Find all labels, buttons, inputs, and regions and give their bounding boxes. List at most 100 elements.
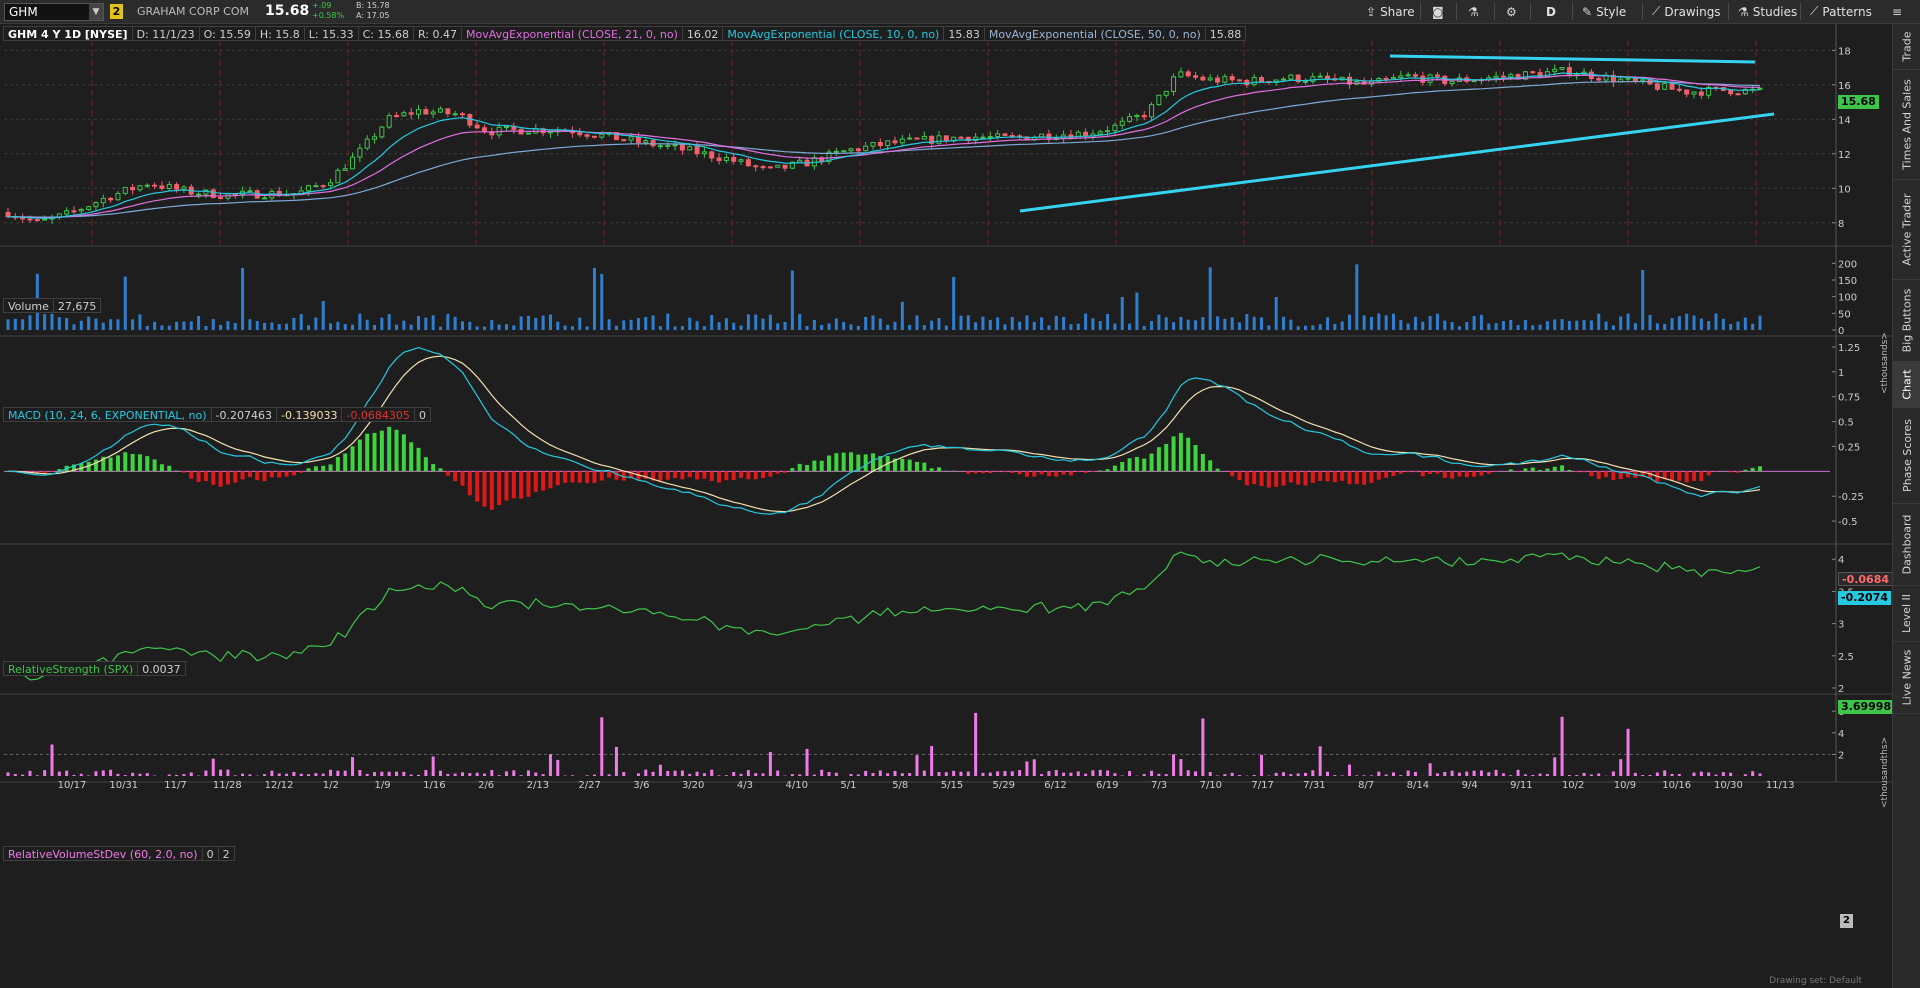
candle-body [386, 115, 392, 128]
volume-bar [1743, 317, 1747, 330]
volume-bar [387, 314, 391, 330]
macd-histogram-bar [1604, 471, 1609, 478]
macd-histogram-bar [1318, 471, 1323, 481]
tab-active-trader[interactable]: Active Trader [1893, 180, 1920, 280]
candle-body [423, 109, 429, 115]
tab-level-ii[interactable]: Level II [1893, 586, 1920, 642]
toolbar-divider [1456, 3, 1457, 20]
rvsd-bar [1465, 771, 1469, 776]
macd-histogram-bar [1105, 469, 1110, 472]
volume-bar [1340, 321, 1344, 330]
rvsd-bar [343, 770, 347, 776]
candle-body [438, 108, 444, 113]
candle-body [1383, 77, 1389, 80]
macd-histogram-bar [980, 471, 985, 474]
volume-bar [1355, 264, 1359, 330]
volume-bar [519, 316, 523, 330]
macd-histogram-bar [1435, 471, 1440, 474]
rvsd-bar [805, 748, 809, 776]
rvsd-bar [710, 769, 714, 776]
candle-body [1632, 77, 1638, 82]
volume-bar [1113, 323, 1117, 330]
timeframe-button[interactable]: D [1540, 0, 1562, 23]
volume-bar [959, 315, 963, 330]
close-readout: C: 15.68 [359, 27, 414, 41]
volume-bar [1677, 316, 1681, 330]
studies-button[interactable]: ⚗ Studies [1732, 0, 1803, 23]
volume-bar [1655, 323, 1659, 330]
rvsd-bar [1538, 773, 1542, 776]
symbol-dropdown-icon[interactable]: ▼ [89, 4, 103, 20]
rvsd-bar [1751, 771, 1755, 776]
macd-histogram-bar [137, 454, 142, 472]
candle-body [1156, 94, 1162, 106]
rvsd-bar [1553, 757, 1557, 776]
low-readout: L: 15.33 [305, 27, 359, 41]
tab-chart[interactable]: Chart [1893, 362, 1920, 408]
rvsd-bar [1443, 771, 1447, 776]
chart-canvas[interactable]: 181614121082001501005001.2510.750.50.25-… [0, 24, 1892, 988]
flask-button[interactable]: ⚗ [1462, 0, 1485, 23]
rvsd-bar [644, 769, 648, 776]
rvsd-bar [365, 773, 369, 776]
volume-bar [1729, 324, 1733, 330]
volume-bar [1208, 267, 1212, 330]
menu-button[interactable]: ≡ [1886, 0, 1908, 23]
style-button[interactable]: ✎ Style [1576, 0, 1632, 23]
rvsd-bar [739, 773, 743, 776]
share-button[interactable]: ⇪ Share [1360, 0, 1421, 23]
volume-bar [57, 317, 61, 330]
drawing-set-status[interactable]: Drawing set: Default [1769, 976, 1862, 986]
volume-bar [299, 314, 303, 330]
volume-bar [1567, 320, 1571, 330]
patterns-button[interactable]: ⟋ Patterns [1804, 0, 1878, 23]
rvsd-bar [1516, 769, 1520, 776]
macd-histogram-bar [504, 471, 509, 501]
chart-area[interactable]: 18 16 14 12 10 8 200 150 100 50 0 1.25 1 0.75 0.5 0.25-… [0, 24, 1895, 988]
volume-bar [937, 318, 941, 330]
date-axis-label: 9/11 [1510, 780, 1532, 791]
macd-histogram-bar [871, 453, 876, 472]
symbol-input[interactable]: GHM ▼ [4, 3, 104, 21]
rvsd-bar [241, 773, 245, 776]
settings-button[interactable]: ⚙ [1500, 0, 1523, 23]
ema50-label: MovAvgExponential (CLOSE, 50, 0, no) [985, 27, 1206, 41]
drawings-button[interactable]: ⟋ Drawings [1646, 0, 1727, 23]
candle-body [877, 141, 883, 147]
volume-bar [285, 323, 289, 330]
candle-body [1222, 76, 1228, 83]
macd-histogram-bar [1706, 471, 1711, 476]
rvsd-bar [175, 774, 179, 776]
tab-phase-scores[interactable]: Phase Scores [1893, 408, 1920, 504]
macd-histogram-bar [790, 468, 795, 472]
rvsd-bar [292, 771, 296, 776]
tab-big-buttons[interactable]: Big Buttons [1893, 280, 1920, 362]
date-axis-label: 10/16 [1662, 780, 1691, 791]
rvsd-bar [768, 752, 772, 776]
volume-bar [1670, 318, 1674, 330]
volume-bar [270, 322, 274, 330]
tab-times-and-sales[interactable]: Times And Sales [1893, 70, 1920, 180]
candle-body [1163, 90, 1169, 96]
link-group-badge[interactable]: 2 [110, 4, 123, 19]
rvsd-bar [358, 770, 362, 776]
rvsd-bar [1296, 773, 1300, 776]
macd-histogram-bar [438, 468, 443, 472]
rvsd-bar [1648, 774, 1652, 776]
snapshot-button[interactable]: ◙ [1426, 0, 1450, 23]
rvsd-bar [1091, 770, 1095, 776]
rvsd-bar [1714, 774, 1718, 776]
volume-tick-label: 100 [1838, 293, 1857, 304]
macd-histogram-bar [1002, 471, 1007, 473]
tab-live-news[interactable]: Live News [1893, 642, 1920, 714]
volume-bar [1054, 315, 1058, 330]
tab-dashboard[interactable]: Dashboard [1893, 504, 1920, 586]
tab-trade[interactable]: Trade [1893, 24, 1920, 70]
macd-histogram-bar [467, 471, 472, 496]
pencil-line-icon: ⟋ [1652, 4, 1661, 18]
volume-bar [1560, 319, 1564, 330]
rvsd-bar [556, 759, 560, 776]
rvsd-bar [908, 773, 912, 776]
macd-histogram-bar [115, 455, 120, 472]
volume-bar [204, 325, 208, 330]
